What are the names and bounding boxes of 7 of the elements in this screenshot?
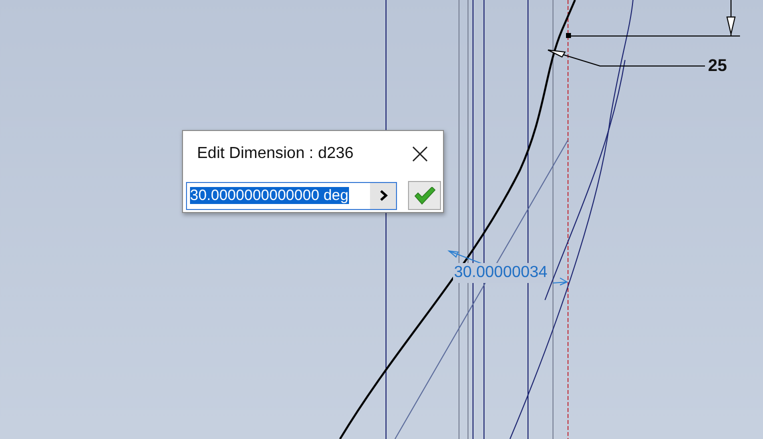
confirm-button[interactable] xyxy=(408,181,441,210)
close-icon xyxy=(412,146,428,162)
angle-dimension-label: 30.00000034 xyxy=(453,263,548,283)
check-icon xyxy=(414,186,436,204)
close-button[interactable] xyxy=(411,145,429,163)
dialog-title: Edit Dimension : d236 xyxy=(197,145,354,163)
dimension-label: 25 xyxy=(708,56,727,76)
